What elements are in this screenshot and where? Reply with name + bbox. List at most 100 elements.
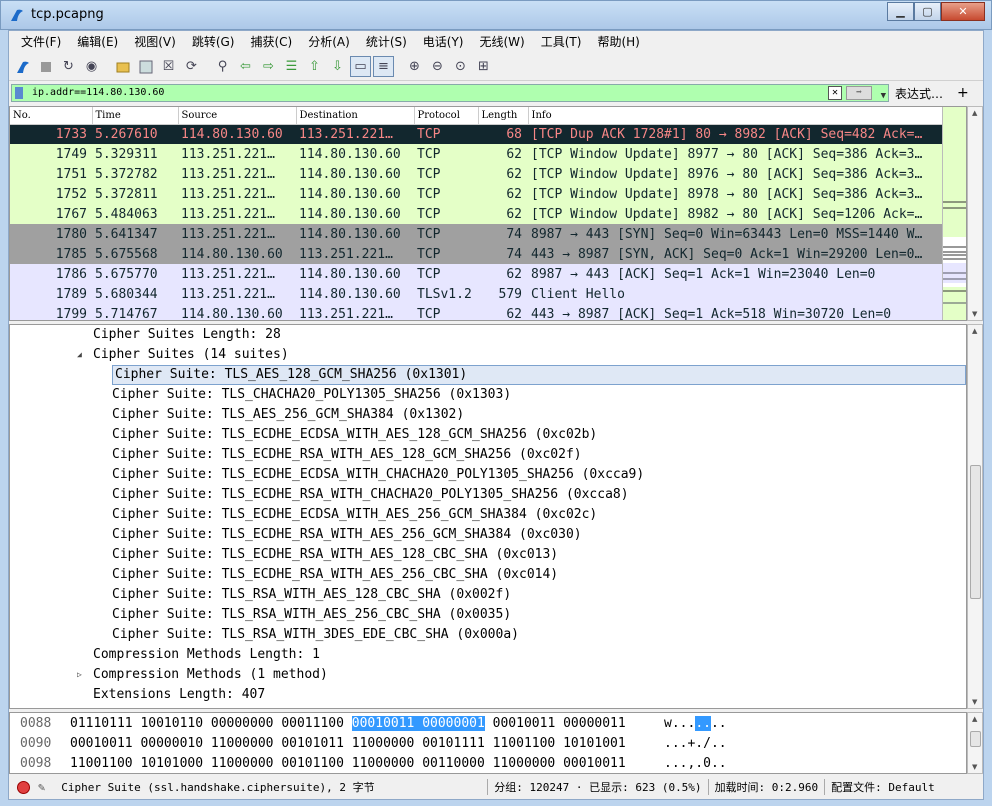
packet-minimap[interactable] — [942, 107, 966, 320]
scroll-down-icon[interactable]: ▼ — [972, 698, 977, 706]
maximize-button[interactable]: ▢ — [914, 2, 941, 21]
detail-tree-item[interactable]: Cipher Suite: TLS_ECDHE_ECDSA_WITH_AES_1… — [10, 425, 966, 445]
detail-tree-item[interactable]: Cipher Suite: TLS_RSA_WITH_AES_256_CBC_S… — [10, 605, 966, 625]
packet-row[interactable]: 1749 5.329311 113.251.221… 114.80.130.60 TCP… — [10, 144, 942, 164]
scroll-up-icon[interactable]: ▲ — [972, 327, 977, 335]
detail-tree-item[interactable]: Cipher Suite: TLS_AES_256_GCM_SHA384 (0x… — [10, 405, 966, 425]
tree-collapse-icon[interactable]: ◢ — [77, 345, 82, 365]
column-header-no[interactable]: No. — [10, 107, 93, 125]
menu-edit[interactable]: 编辑(E) — [69, 31, 126, 53]
column-header-length[interactable]: Length — [478, 107, 529, 125]
packet-cell-time: 5.372811 — [95, 186, 158, 202]
bytes-row[interactable]: 0088 01110111 10010110 00000000 00011100 … — [10, 714, 968, 734]
packet-row[interactable]: 1767 5.484063 113.251.221… 114.80.130.60 TCP… — [10, 204, 942, 224]
packet-cell-src: 114.80.130.60 — [181, 246, 283, 262]
filter-history-icon[interactable]: ▼ — [881, 88, 886, 104]
detail-tree-item[interactable]: Cipher Suite: TLS_RSA_WITH_3DES_EDE_CBC_… — [10, 625, 966, 645]
close-button[interactable]: ✕ — [941, 2, 985, 21]
column-header-source[interactable]: Source — [178, 107, 297, 125]
menu-wireless[interactable]: 无线(W) — [472, 31, 533, 53]
restart-icon[interactable]: ↻ — [58, 56, 79, 77]
start-capture-icon[interactable] — [12, 56, 33, 77]
find-icon[interactable]: ⚲ — [212, 56, 233, 77]
packet-row[interactable]: 1799 5.714767 114.80.130.60 113.251.221… TCP… — [10, 304, 942, 320]
bytes-scrollbar[interactable]: ▲ ▼ — [967, 712, 983, 774]
bookmark-icon[interactable] — [15, 87, 23, 99]
detail-tree-item[interactable]: Cipher Suite: TLS_ECDHE_RSA_WITH_AES_256… — [10, 565, 966, 585]
bytes-row[interactable]: 0098 11001100 10101000 11000000 00101100 … — [10, 754, 968, 774]
detail-tree-item[interactable]: Cipher Suite: TLS_ECDHE_RSA_WITH_CHACHA2… — [10, 485, 966, 505]
column-header-destination[interactable]: Destination — [296, 107, 415, 125]
stop-icon[interactable] — [35, 56, 56, 77]
detail-tree-item[interactable]: Cipher Suite: TLS_AES_128_GCM_SHA256 (0x… — [10, 365, 966, 385]
packet-row[interactable]: 1789 5.680344 113.251.221… 114.80.130.60 TLS… — [10, 284, 942, 304]
zoom-out-icon[interactable]: ⊖ — [427, 56, 448, 77]
display-filter-input[interactable]: ip.addr==114.80.130.60 ✕ ➡ ▼ — [11, 84, 889, 102]
edit-comment-icon[interactable]: ✎ — [38, 780, 45, 794]
detail-tree-item[interactable]: Extensions Length: 407 — [10, 685, 966, 705]
detail-tree-item[interactable]: Cipher Suite: TLS_ECDHE_RSA_WITH_AES_128… — [10, 445, 966, 465]
menu-file[interactable]: 文件(F) — [13, 31, 69, 53]
detail-tree-item[interactable]: Cipher Suites Length: 28 — [10, 325, 966, 345]
detail-tree-item[interactable]: Cipher Suite: TLS_ECDHE_RSA_WITH_AES_256… — [10, 525, 966, 545]
menu-help[interactable]: 帮助(H) — [589, 31, 647, 53]
packet-details-scrollbar[interactable]: ▲ ▼ — [967, 324, 983, 709]
column-header-protocol[interactable]: Protocol — [414, 107, 479, 125]
menu-capture[interactable]: 捕获(C) — [242, 31, 300, 53]
resize-columns-icon[interactable]: ⊞ — [473, 56, 494, 77]
scroll-down-icon[interactable]: ▼ — [972, 310, 977, 318]
window-titlebar: tcp.pcapng ▁ ▢ ✕ — [0, 0, 992, 30]
scroll-up-icon[interactable]: ▲ — [972, 109, 977, 117]
menu-go[interactable]: 跳转(G) — [184, 31, 243, 53]
scroll-up-icon[interactable]: ▲ — [972, 715, 977, 723]
save-icon[interactable] — [135, 56, 156, 77]
detail-tree-item[interactable]: Compression Methods Length: 1 — [10, 645, 966, 665]
menu-view[interactable]: 视图(V) — [126, 31, 184, 53]
expression-button[interactable]: 表达式… — [895, 85, 943, 102]
packet-row[interactable]: 1786 5.675770 113.251.221… 114.80.130.60 TCP… — [10, 264, 942, 284]
first-icon[interactable]: ⇧ — [304, 56, 325, 77]
packet-row[interactable]: 1733 5.267610 114.80.130.60 113.251.221… TCP… — [10, 124, 942, 144]
detail-tree-item[interactable]: Cipher Suite: TLS_ECDHE_ECDSA_WITH_AES_2… — [10, 505, 966, 525]
scrollbar-thumb[interactable] — [970, 731, 981, 747]
minimize-button[interactable]: ▁ — [887, 2, 914, 21]
forward-icon[interactable]: ⇨ — [258, 56, 279, 77]
tree-expand-icon[interactable]: ▷ — [77, 665, 82, 685]
packet-row[interactable]: 1752 5.372811 113.251.221… 114.80.130.60 TCP… — [10, 184, 942, 204]
packet-row[interactable]: 1785 5.675568 114.80.130.60 113.251.221… TCP… — [10, 244, 942, 264]
scroll-down-icon[interactable]: ▼ — [972, 763, 977, 771]
back-icon[interactable]: ⇦ — [235, 56, 256, 77]
menu-analyze[interactable]: 分析(A) — [300, 31, 358, 53]
column-header-info[interactable]: Info — [528, 107, 943, 125]
options-icon[interactable]: ◉ — [81, 56, 102, 77]
detail-tree-item[interactable]: Cipher Suite: TLS_ECDHE_RSA_WITH_AES_128… — [10, 545, 966, 565]
zoom-in-icon[interactable]: ⊕ — [404, 56, 425, 77]
packet-row[interactable]: 1751 5.372782 113.251.221… 114.80.130.60 TCP… — [10, 164, 942, 184]
goto-icon[interactable]: ☰ — [281, 56, 302, 77]
open-icon[interactable] — [112, 56, 133, 77]
detail-tree-item[interactable]: Cipher Suite: TLS_CHACHA20_POLY1305_SHA2… — [10, 385, 966, 405]
detail-tree-item[interactable]: ▷ Compression Methods (1 method) — [10, 665, 966, 685]
apply-filter-icon[interactable]: ➡ — [846, 86, 872, 100]
autoscroll-icon[interactable]: ▭ — [350, 56, 371, 77]
packet-list-scrollbar[interactable]: ▲ ▼ — [967, 106, 983, 321]
packet-row[interactable]: 1780 5.641347 113.251.221… 114.80.130.60 TCP… — [10, 224, 942, 244]
scrollbar-thumb[interactable] — [970, 465, 981, 599]
column-header-time[interactable]: Time — [92, 107, 179, 125]
bytes-row[interactable]: 0090 00010011 00000010 11000000 00101011 … — [10, 734, 968, 754]
detail-tree-item[interactable]: ◢ Cipher Suites (14 suites) — [10, 345, 966, 365]
reload-icon[interactable]: ⟳ — [181, 56, 202, 77]
clear-filter-icon[interactable]: ✕ — [828, 86, 842, 100]
menu-tools[interactable]: 工具(T) — [533, 31, 590, 53]
menu-telephony[interactable]: 电话(Y) — [415, 31, 472, 53]
last-icon[interactable]: ⇩ — [327, 56, 348, 77]
colorize-icon[interactable]: ≡ — [373, 56, 394, 77]
expert-info-icon[interactable] — [17, 780, 30, 794]
detail-tree-item[interactable]: Cipher Suite: TLS_RSA_WITH_AES_128_CBC_S… — [10, 585, 966, 605]
zoom-reset-icon[interactable]: ⊙ — [450, 56, 471, 77]
menu-statistics[interactable]: 统计(S) — [358, 31, 415, 53]
close-file-icon[interactable]: ☒ — [158, 56, 179, 77]
detail-tree-item[interactable]: Cipher Suite: TLS_ECDHE_ECDSA_WITH_CHACH… — [10, 465, 966, 485]
status-profile[interactable]: 配置文件: Default — [831, 779, 935, 795]
add-filter-button[interactable]: + — [957, 85, 969, 101]
